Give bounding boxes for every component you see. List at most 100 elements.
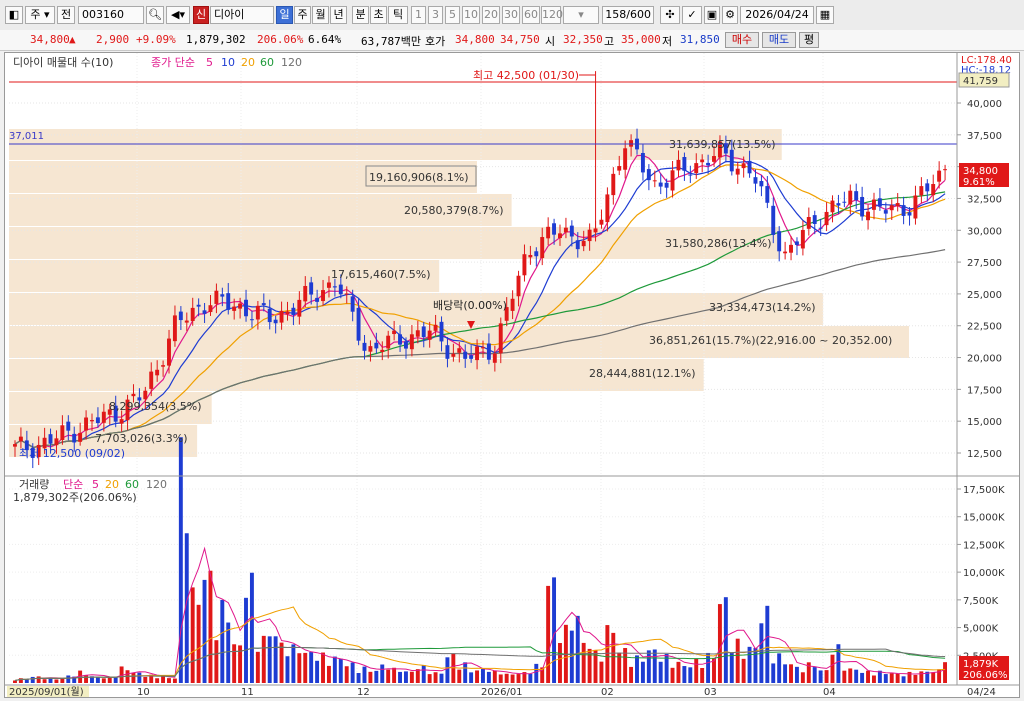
profile-label-10: 31,639,857(13.5%): [669, 138, 776, 151]
count-field[interactable]: 158/600: [602, 6, 654, 24]
candle-body: [315, 297, 320, 302]
candle-body: [658, 182, 663, 187]
stock-name-field[interactable]: 디아이: [210, 6, 274, 24]
mode-select[interactable]: 주 ▾: [25, 6, 55, 24]
x-label-jan: 2026/01: [481, 687, 523, 697]
date-field[interactable]: 2026/04/24: [740, 6, 814, 24]
volume-bar: [895, 673, 900, 683]
volume-bar: [368, 671, 373, 683]
calendar-icon[interactable]: ▦: [816, 6, 834, 24]
price-chart-svg[interactable]: 37,011 최고 42,500 (01/30) 최저 12,500 (09/0…: [5, 53, 1019, 698]
interval-1[interactable]: 1: [411, 6, 426, 24]
volume-bar: [415, 669, 420, 683]
candle-body: [842, 201, 847, 203]
interval-60[interactable]: 60: [522, 6, 540, 24]
interval-20[interactable]: 20: [482, 6, 500, 24]
candle-body: [777, 231, 782, 252]
volume-bar: [670, 667, 675, 683]
interval-5[interactable]: 5: [445, 6, 460, 24]
check-icon[interactable]: ✓: [682, 6, 702, 24]
candle-body: [623, 148, 628, 170]
candle-body: [925, 183, 930, 192]
candle-body: [78, 432, 83, 442]
volume-bar: [481, 668, 485, 683]
speaker-icon[interactable]: ◀︎▾: [166, 6, 190, 24]
high-annotation: 최고 42,500 (01/30): [473, 69, 579, 82]
volume-bar: [338, 658, 343, 683]
volume-bar: [700, 667, 705, 683]
candle-body: [836, 203, 841, 206]
volume-bar: [398, 671, 402, 683]
candle-body: [871, 199, 876, 210]
code-input[interactable]: 003160: [78, 6, 144, 24]
price-tick-label: 30,000: [967, 226, 1002, 237]
volume-bar: [753, 647, 758, 683]
volume-bar: [546, 585, 551, 683]
candle-body: [670, 170, 675, 191]
volume-bar: [913, 674, 918, 683]
candle-body: [155, 369, 160, 376]
volume-bar: [172, 678, 177, 683]
vol-ma-60: 60: [125, 478, 139, 491]
save-icon[interactable]: ▣: [704, 6, 720, 24]
x-label-oct: 10: [137, 687, 150, 697]
candle-body: [498, 323, 503, 354]
period-month[interactable]: 월: [312, 6, 329, 24]
interval-select[interactable]: ▾: [563, 6, 599, 24]
interval-10[interactable]: 10: [462, 6, 480, 24]
buy-button[interactable]: 매수: [725, 32, 759, 48]
volume-legend-value: 1,879,302주(206.06%): [13, 491, 137, 504]
sell-button[interactable]: 매도: [762, 32, 796, 48]
volume-bar: [421, 665, 426, 683]
interval-30[interactable]: 30: [502, 6, 520, 24]
candle-body: [640, 152, 645, 173]
candle-body: [913, 195, 918, 219]
candle-body: [700, 159, 705, 163]
period-day[interactable]: 일: [276, 6, 293, 24]
candle-body: [392, 330, 397, 335]
last-pct-label: 9.61%: [963, 177, 995, 188]
volume-bar: [931, 672, 936, 683]
crosshair-icon[interactable]: ✣: [660, 6, 680, 24]
chart-area[interactable]: 37,011 최고 42,500 (01/30) 최저 12,500 (09/0…: [4, 52, 1020, 698]
window-icon[interactable]: ◧: [5, 6, 23, 24]
volume-bar: [729, 652, 734, 683]
candle-body: [569, 225, 574, 237]
candle-body: [599, 219, 604, 225]
volume-bar: [178, 437, 183, 683]
candle-body: [244, 299, 248, 317]
volume-bar: [889, 673, 894, 683]
candle-body: [403, 341, 408, 349]
volume-bar: [469, 672, 474, 683]
search-icon[interactable]: 🔍︎: [146, 6, 164, 24]
volume-bar: [356, 673, 361, 683]
period-week[interactable]: 주: [294, 6, 311, 24]
price-tick-label: 25,000: [967, 290, 1002, 301]
candle-body: [706, 162, 711, 166]
interval-3[interactable]: 3: [428, 6, 443, 24]
profile-label-5: 33,334,473(14.2%): [709, 301, 816, 314]
ma-legend-120: 120: [281, 56, 302, 69]
period-year[interactable]: 년: [330, 6, 347, 24]
period-minute[interactable]: 분: [352, 6, 369, 24]
gear-icon[interactable]: ⚙: [722, 6, 738, 24]
price-tick-label: 32,500: [967, 194, 1002, 205]
volume-bar: [717, 604, 722, 683]
interval-120[interactable]: 120: [541, 6, 563, 24]
candle-body: [161, 365, 166, 367]
profile-label-2: 20,580,379(8.7%): [404, 204, 504, 217]
candle-body: [824, 211, 829, 226]
prev-button[interactable]: 전: [57, 6, 75, 24]
volume-tick-label: 7,500K: [963, 596, 999, 607]
volume-bar: [315, 660, 320, 683]
eval-button[interactable]: 평: [799, 32, 819, 48]
ma-legend-60: 60: [260, 56, 274, 69]
volume-bar: [196, 604, 201, 683]
candle-body: [617, 166, 622, 171]
period-second[interactable]: 초: [370, 6, 387, 24]
candle-body: [457, 348, 462, 353]
volume-bar: [321, 652, 325, 683]
period-tick[interactable]: 틱: [388, 6, 408, 24]
candle-body: [794, 241, 799, 245]
candle-body: [226, 293, 231, 310]
